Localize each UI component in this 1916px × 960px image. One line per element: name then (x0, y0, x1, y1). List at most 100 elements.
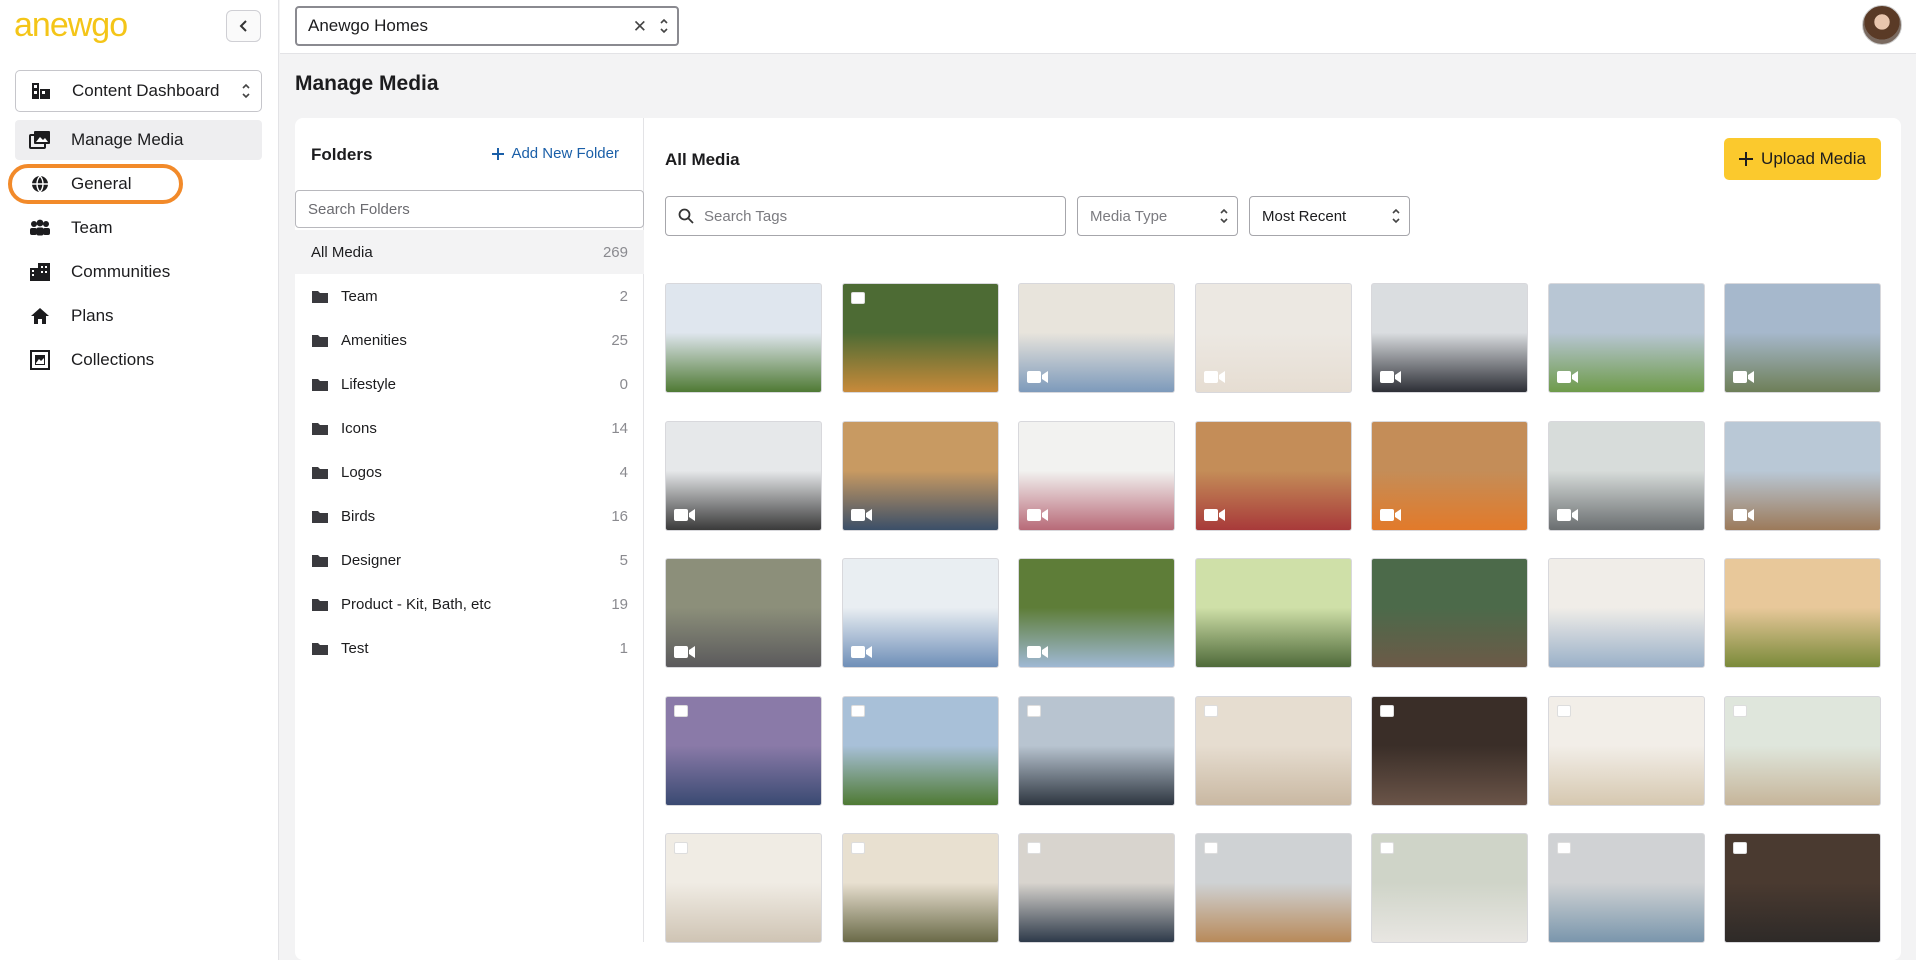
media-thumbnail-glass-shower-photo[interactable] (1194, 833, 1352, 943)
video-icon (674, 646, 695, 658)
folder-name: Icons (341, 419, 377, 437)
plus-icon (1739, 152, 1754, 166)
folder-name: Logos (341, 463, 382, 481)
folder-icon (311, 641, 331, 656)
collapse-sidebar-button[interactable] (226, 10, 261, 42)
media-thumbnail-couple-excited-photo[interactable] (1547, 558, 1705, 668)
add-new-folder-button[interactable]: Add New Folder (492, 145, 619, 162)
media-thumbnail-arched-doorway-photo[interactable] (841, 833, 999, 943)
sort-select[interactable]: Most Recent (1249, 196, 1410, 236)
media-thumbnail-family-field-photo[interactable] (1724, 558, 1881, 668)
anewgo-logo[interactable]: anewgo (14, 8, 128, 42)
media-thumbnail-woman-design-studio-video[interactable] (665, 420, 822, 531)
search-tags-input[interactable] (704, 207, 1044, 225)
folder-row[interactable]: Icons 14 (295, 406, 644, 450)
folder-row[interactable]: Designer 5 (295, 538, 644, 582)
image-type-icon (850, 842, 865, 854)
folder-name: Designer (341, 551, 402, 569)
media-thumbnail-white-house-photo[interactable] (665, 283, 822, 393)
media-thumbnail-dark-kitchen-photo[interactable] (1724, 833, 1881, 943)
media-thumbnail-living-room-photo[interactable] (1194, 695, 1352, 806)
folder-name: Amenities (341, 331, 407, 349)
media-thumbnail-woman-garden-video[interactable] (1018, 558, 1175, 668)
sidebar-item-general[interactable]: General (15, 164, 262, 204)
media-thumbnail-woman-smiling-video[interactable] (1194, 283, 1352, 393)
video-icon (1556, 508, 1578, 521)
media-card: Folders Add New Folder All Media 269 Tea… (295, 118, 1901, 960)
media-thumbnail-stone-house-photo[interactable] (841, 695, 999, 806)
image-type-icon (1027, 842, 1041, 854)
media-thumbnail-dark-modern-house-photo[interactable] (1018, 695, 1175, 806)
folder-row[interactable]: Amenities 25 (295, 318, 644, 362)
folder-row[interactable]: Logos 4 (295, 450, 644, 494)
video-icon (850, 646, 872, 658)
media-thumbnail-bathroom-tub-photo[interactable] (1547, 695, 1705, 806)
media-pane: All Media Upload Media Media Type Most R… (645, 118, 1901, 960)
media-thumbnail-kids-fishing-photo[interactable] (1371, 558, 1528, 668)
media-thumbnail-blue-house-dusk-photo[interactable] (665, 695, 822, 806)
video-icon (1027, 371, 1048, 383)
folder-row[interactable]: Birds 16 (295, 494, 644, 538)
media-thumbnail-tree-lined-road-photo[interactable] (841, 283, 999, 393)
organization-select[interactable]: Anewgo Homes ✕ (295, 6, 679, 46)
folder-row[interactable]: Team 2 (295, 274, 644, 318)
sidebar-item-plans[interactable]: Plans (15, 296, 262, 336)
media-thumbnail-couple-living-room-video[interactable] (665, 558, 822, 668)
dashboard-select[interactable]: Content Dashboard (15, 70, 262, 112)
media-thumbnail-builder-vest-video[interactable] (1371, 420, 1528, 531)
media-thumbnail-family-new-home-video[interactable] (1018, 420, 1175, 531)
sidebar-item-communities[interactable]: Communities (15, 252, 262, 292)
communities-icon (29, 262, 51, 282)
media-thumbnail-construction-crew-video[interactable] (841, 420, 999, 531)
media-thumbnail-woman-office-video[interactable] (1371, 283, 1528, 393)
folder-name: Lifestyle (341, 375, 397, 393)
video-icon (1380, 508, 1401, 521)
sidebar-item-team[interactable]: Team (15, 208, 262, 248)
folder-name: Test (341, 639, 369, 657)
folder-row[interactable]: Test 1 (295, 626, 644, 670)
updown-chevron-icon[interactable] (659, 17, 669, 35)
clear-icon[interactable]: ✕ (633, 17, 647, 37)
folders-title: Folders (311, 145, 373, 164)
media-thumbnail-dining-nook-photo[interactable] (1724, 695, 1881, 806)
folder-icon (311, 597, 331, 612)
folder-row[interactable]: Product - Kit, Bath, etc 19 (295, 582, 644, 626)
upload-media-button[interactable]: Upload Media (1724, 138, 1881, 180)
media-thumbnail-navy-vanity-photo[interactable] (1018, 833, 1175, 943)
user-avatar[interactable] (1862, 5, 1902, 45)
search-folders-input[interactable] (295, 190, 644, 228)
sidebar-item-manage-media[interactable]: Manage Media (15, 120, 262, 160)
image-type-icon (850, 704, 865, 717)
folder-icon (311, 289, 331, 304)
folder-count: 16 (611, 507, 628, 525)
page-title: Manage Media (295, 72, 439, 95)
media-thumbnail-vessel-sink-photo[interactable] (1371, 833, 1528, 943)
media-thumbnail-woman-living-room-video[interactable] (1547, 420, 1705, 531)
media-thumbnail-woman-front-yard-video[interactable] (841, 558, 999, 668)
globe-icon (29, 174, 51, 194)
chevron-left-icon (239, 20, 247, 32)
folder-row-all-media[interactable]: All Media 269 (295, 230, 644, 274)
media-thumbnail-family-framing-video[interactable] (1194, 420, 1352, 531)
media-thumbnail-man-construction-site-video[interactable] (1724, 420, 1881, 531)
video-icon (1556, 371, 1578, 383)
media-thumbnail-dining-room-photo[interactable] (1371, 695, 1528, 806)
folder-count: 0 (619, 375, 628, 393)
dashboard-select-label: Content Dashboard (72, 81, 220, 100)
updown-chevron-icon (242, 83, 250, 99)
folder-count: 1 (619, 639, 628, 657)
video-icon (850, 508, 872, 521)
media-thumbnail-fireplace-room-photo[interactable] (665, 833, 822, 943)
image-type-icon (1380, 842, 1394, 854)
sidebar-item-collections[interactable]: Collections (15, 340, 262, 380)
tag-search-field[interactable] (665, 196, 1066, 236)
media-type-select[interactable]: Media Type (1077, 196, 1238, 236)
media-thumbnail-woman-neighborhood-video[interactable] (1547, 283, 1705, 393)
folder-name: Birds (341, 507, 376, 525)
media-thumbnail-family-group-video[interactable] (1724, 283, 1881, 393)
media-thumbnail-couple-walking-photo[interactable] (1194, 558, 1352, 668)
media-thumbnail-bathroom-blue-vanity-photo[interactable] (1547, 833, 1705, 943)
folder-row[interactable]: Lifestyle 0 (295, 362, 644, 406)
media-thumbnail-man-at-desk-video[interactable] (1018, 283, 1175, 393)
folder-count: 2 (619, 287, 628, 305)
